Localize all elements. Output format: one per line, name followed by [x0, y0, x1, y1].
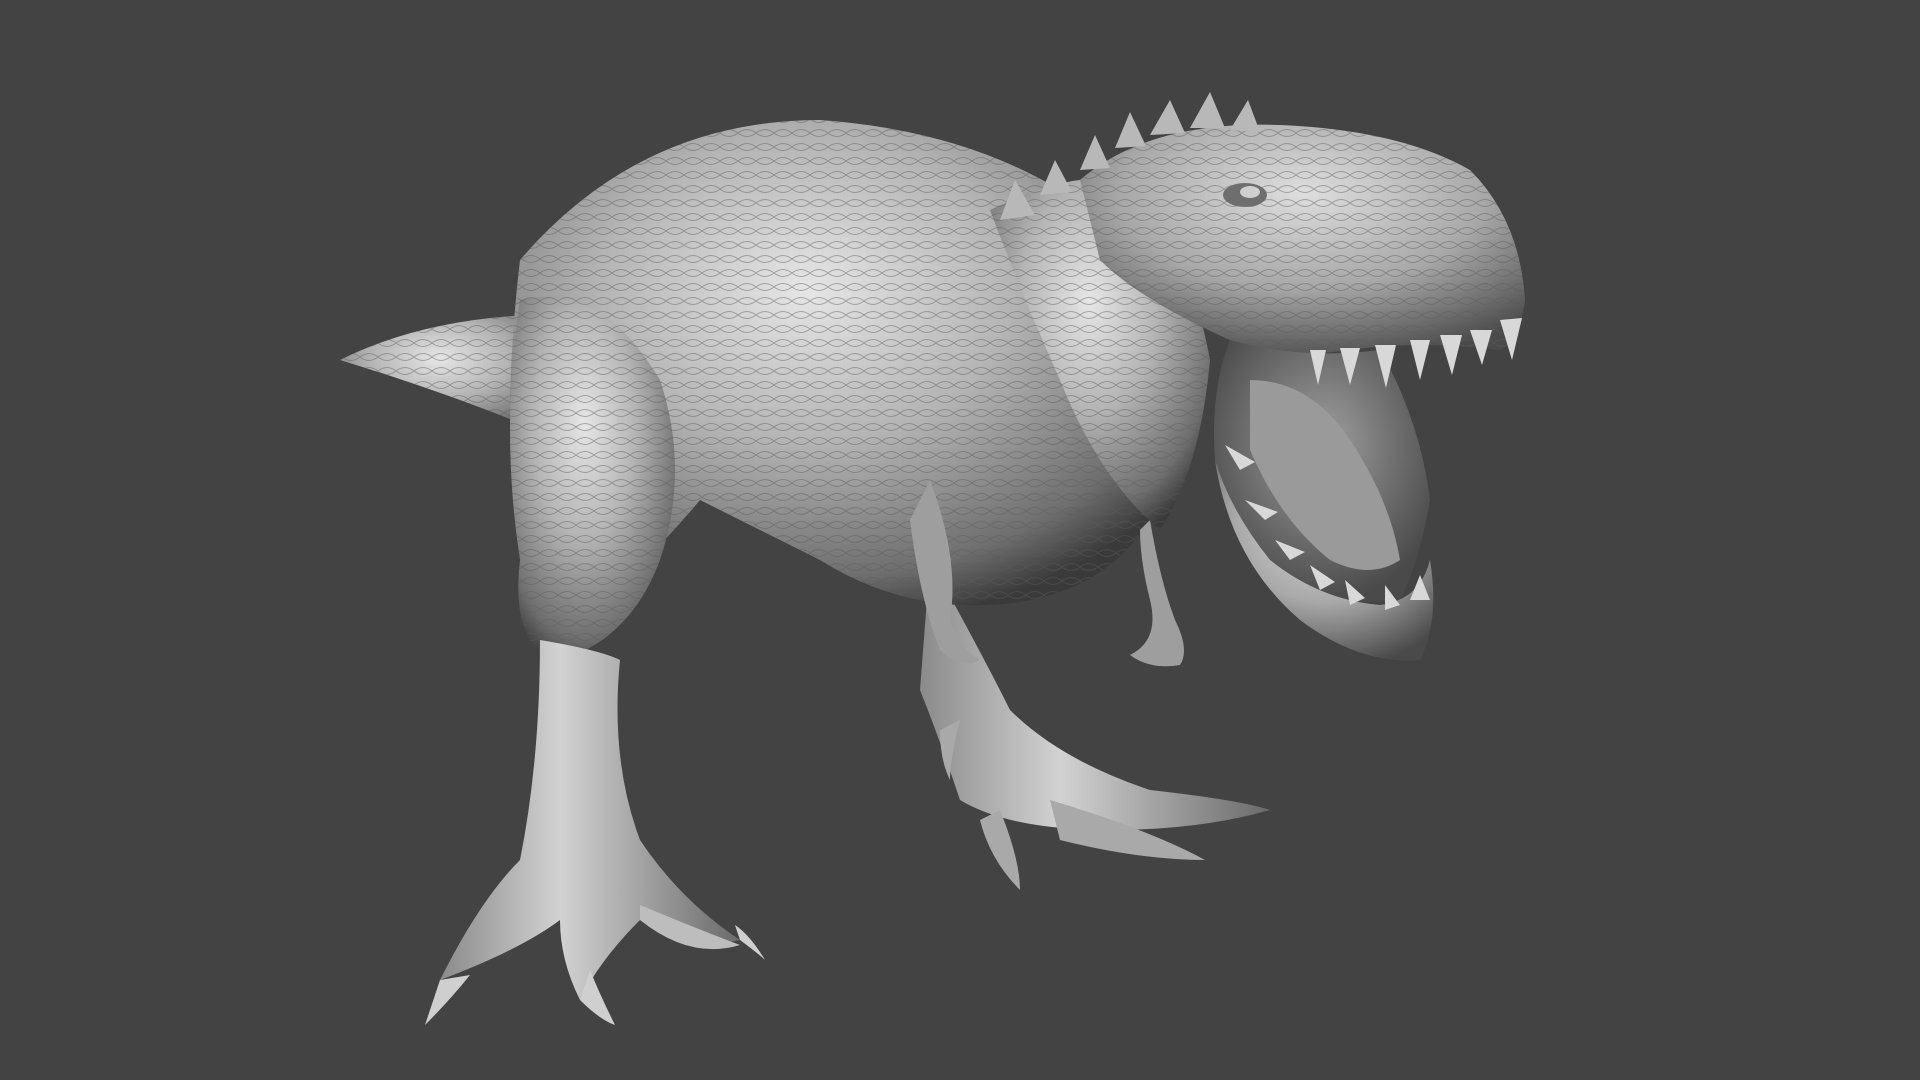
arm-right: [1130, 520, 1184, 667]
3d-viewport[interactable]: [0, 0, 1920, 1080]
model-render: [340, 92, 1525, 1025]
